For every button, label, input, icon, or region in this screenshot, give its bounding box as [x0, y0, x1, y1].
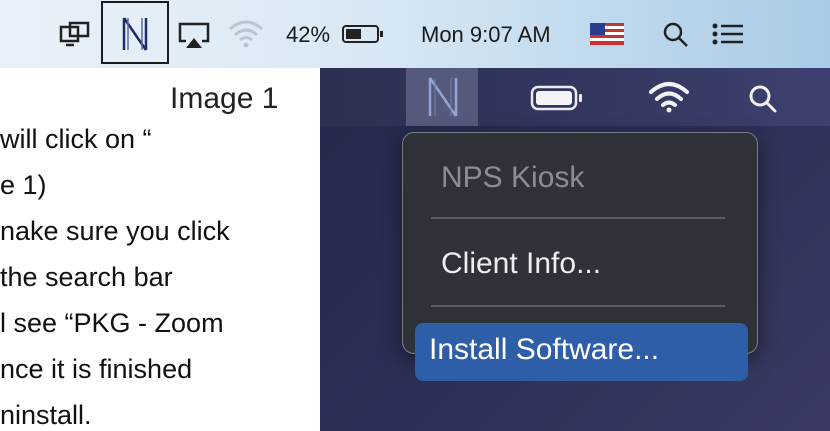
instruction-line: e 1)	[0, 170, 47, 200]
screen-mirror-icon[interactable]	[58, 20, 92, 48]
control-center-list-icon[interactable]	[709, 20, 747, 48]
battery-icon[interactable]	[340, 22, 386, 46]
nps-kiosk-icon[interactable]	[426, 74, 460, 120]
menu-item-nps-kiosk: NPS Kiosk	[441, 161, 585, 194]
menu-item-client-info[interactable]: Client Info...	[441, 247, 601, 281]
wifi-icon[interactable]	[648, 80, 690, 116]
menu-item-install-software[interactable]: Install Software...	[415, 323, 748, 381]
menu-bar: 42% Mon 9:07 AM	[0, 0, 830, 68]
instruction-line: the search bar	[0, 262, 173, 292]
image-caption: Image 1	[170, 82, 279, 115]
battery-percent: 42%	[286, 22, 331, 47]
spotlight-search-icon[interactable]	[748, 84, 778, 114]
wifi-icon[interactable]	[226, 18, 266, 50]
dark-menu-screenshot: NPS Kiosk Client Info... Install Softwar…	[320, 68, 830, 431]
menu-separator	[431, 305, 725, 307]
instruction-line: nake sure you click	[0, 216, 230, 246]
instruction-line: l see “PKG - Zoom	[0, 308, 224, 338]
instruction-line: ninstall.	[0, 400, 92, 430]
menu-clock[interactable]: Mon 9:07 AM	[421, 22, 551, 48]
menu-item-label: Install Software...	[429, 333, 660, 366]
spotlight-search-icon[interactable]	[660, 20, 692, 50]
us-flag-icon[interactable]	[588, 22, 626, 46]
airplay-icon[interactable]	[174, 20, 214, 50]
nps-dropdown-menu: NPS Kiosk Client Info... Install Softwar…	[402, 132, 758, 381]
highlight-box	[101, 1, 169, 64]
menu-separator	[431, 217, 725, 219]
battery-icon[interactable]	[530, 84, 584, 112]
instruction-line: nce it is finished	[0, 354, 193, 384]
instruction-line: will click on “	[0, 124, 152, 154]
